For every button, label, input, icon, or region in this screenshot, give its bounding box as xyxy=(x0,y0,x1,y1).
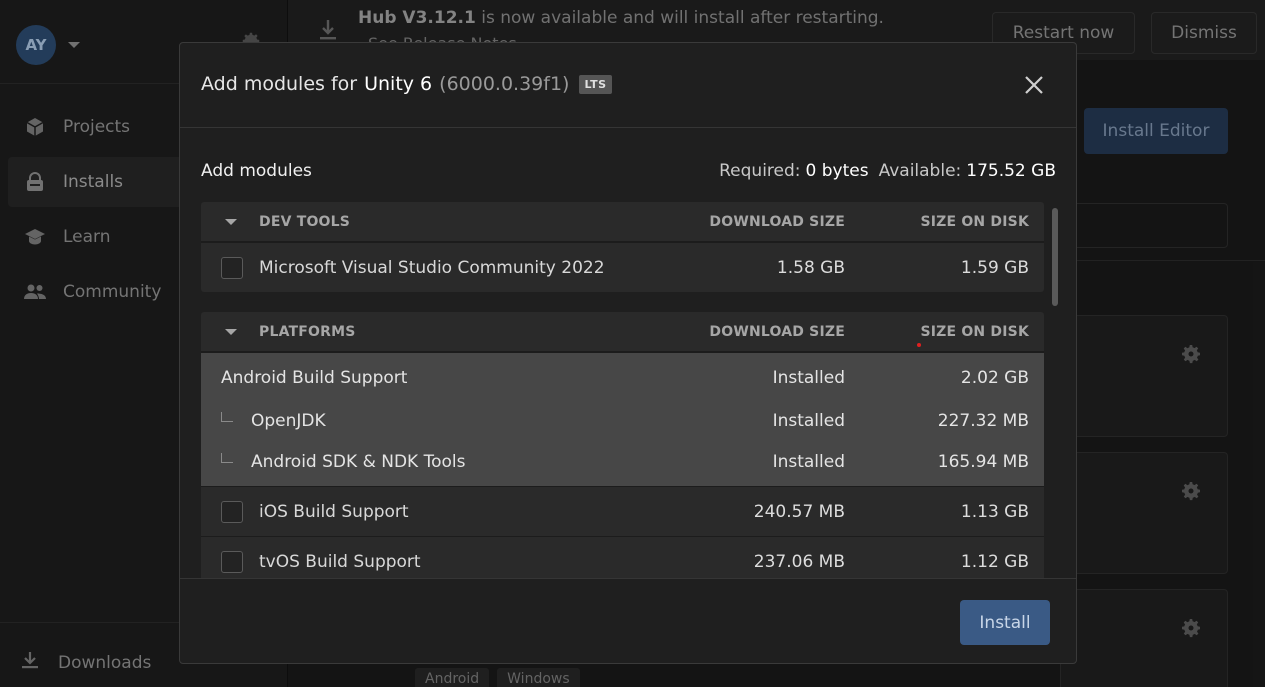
module-checkbox[interactable] xyxy=(221,500,243,523)
download-size: Installed xyxy=(772,367,845,388)
module-row[interactable]: Microsoft Visual Studio Community 2022 1… xyxy=(201,242,1044,292)
size-on-disk: 165.94 MB xyxy=(937,451,1029,472)
column-header-size-on-disk: SIZE ON DISK xyxy=(920,323,1029,340)
module-name: tvOS Build Support xyxy=(259,551,421,572)
installed-submodule-row: OpenJDK Installed 227.32 MB xyxy=(201,400,1044,441)
module-checkbox[interactable] xyxy=(221,256,243,279)
download-size: Installed xyxy=(772,451,845,472)
section-title: Add modules xyxy=(201,161,312,181)
install-button[interactable]: Install xyxy=(960,600,1050,645)
collapse-triangle-icon[interactable] xyxy=(225,328,237,335)
editor-version: (6000.0.39f1) xyxy=(439,73,570,95)
installed-modules: Android Build Support Installed 2.02 GB … xyxy=(201,352,1044,486)
collapse-triangle-icon[interactable] xyxy=(225,218,237,225)
column-header-size-on-disk: SIZE ON DISK xyxy=(920,213,1029,230)
module-row[interactable]: iOS Build Support 240.57 MB 1.13 GB xyxy=(201,486,1044,536)
group-title: DEV TOOLS xyxy=(259,213,351,230)
available-label: Available: xyxy=(878,161,962,181)
modules-scrollbar-thumb[interactable] xyxy=(1052,208,1058,306)
installed-submodule-row: Android SDK & NDK Tools Installed 165.94… xyxy=(201,441,1044,482)
size-on-disk: 1.13 GB xyxy=(960,501,1029,522)
close-icon[interactable] xyxy=(1022,73,1046,97)
module-row[interactable]: tvOS Build Support 237.06 MB 1.12 GB xyxy=(201,536,1044,578)
size-on-disk: 1.12 GB xyxy=(960,551,1029,572)
dialog-header: Add modules for Unity 6 (6000.0.39f1) LT… xyxy=(180,43,1076,128)
dialog-title: Add modules for Unity 6 (6000.0.39f1) LT… xyxy=(201,73,612,95)
module-checkbox[interactable] xyxy=(221,550,243,573)
modules-list: DEV TOOLS DOWNLOAD SIZE SIZE ON DISK Mic… xyxy=(201,202,1044,578)
tree-branch-icon xyxy=(221,452,233,463)
add-modules-dialog: Add modules for Unity 6 (6000.0.39f1) LT… xyxy=(179,42,1077,664)
module-name: iOS Build Support xyxy=(259,501,409,522)
module-name: Microsoft Visual Studio Community 2022 xyxy=(259,257,605,278)
download-size: 240.57 MB xyxy=(753,501,845,522)
editor-name: Unity 6 xyxy=(364,73,433,95)
group-title: PLATFORMS xyxy=(259,323,356,340)
cursor-marker xyxy=(917,343,921,347)
lts-badge: LTS xyxy=(579,74,612,94)
disk-space-summary: Required: 0 bytes Available: 175.52 GB xyxy=(719,161,1056,181)
column-header-download-size: DOWNLOAD SIZE xyxy=(709,323,845,340)
column-header-download-size: DOWNLOAD SIZE xyxy=(709,213,845,230)
size-on-disk: 2.02 GB xyxy=(960,367,1029,388)
module-name: OpenJDK xyxy=(251,410,326,431)
size-on-disk: 1.59 GB xyxy=(960,257,1029,278)
size-on-disk: 227.32 MB xyxy=(937,410,1029,431)
group-header[interactable]: DEV TOOLS DOWNLOAD SIZE SIZE ON DISK xyxy=(201,202,1044,242)
submodule: Android SDK & NDK Tools xyxy=(201,452,645,472)
required-value: 0 bytes xyxy=(805,161,869,181)
module-group-dev-tools: DEV TOOLS DOWNLOAD SIZE SIZE ON DISK Mic… xyxy=(201,202,1044,292)
required-label: Required: xyxy=(719,161,801,181)
title-prefix: Add modules for xyxy=(201,73,358,95)
module-group-platforms: PLATFORMS DOWNLOAD SIZE SIZE ON DISK And… xyxy=(201,312,1044,578)
download-size: 237.06 MB xyxy=(753,551,845,572)
dialog-footer: Install xyxy=(180,578,1076,663)
tree-branch-icon xyxy=(221,411,233,422)
module-name: Android Build Support xyxy=(221,367,408,388)
submodule: OpenJDK xyxy=(201,411,645,431)
download-size: 1.58 GB xyxy=(776,257,845,278)
module-name: Android SDK & NDK Tools xyxy=(251,451,466,472)
installed-module-row: Android Build Support Installed 2.02 GB xyxy=(201,355,1044,400)
download-size: Installed xyxy=(772,410,845,431)
available-value: 175.52 GB xyxy=(966,161,1056,181)
